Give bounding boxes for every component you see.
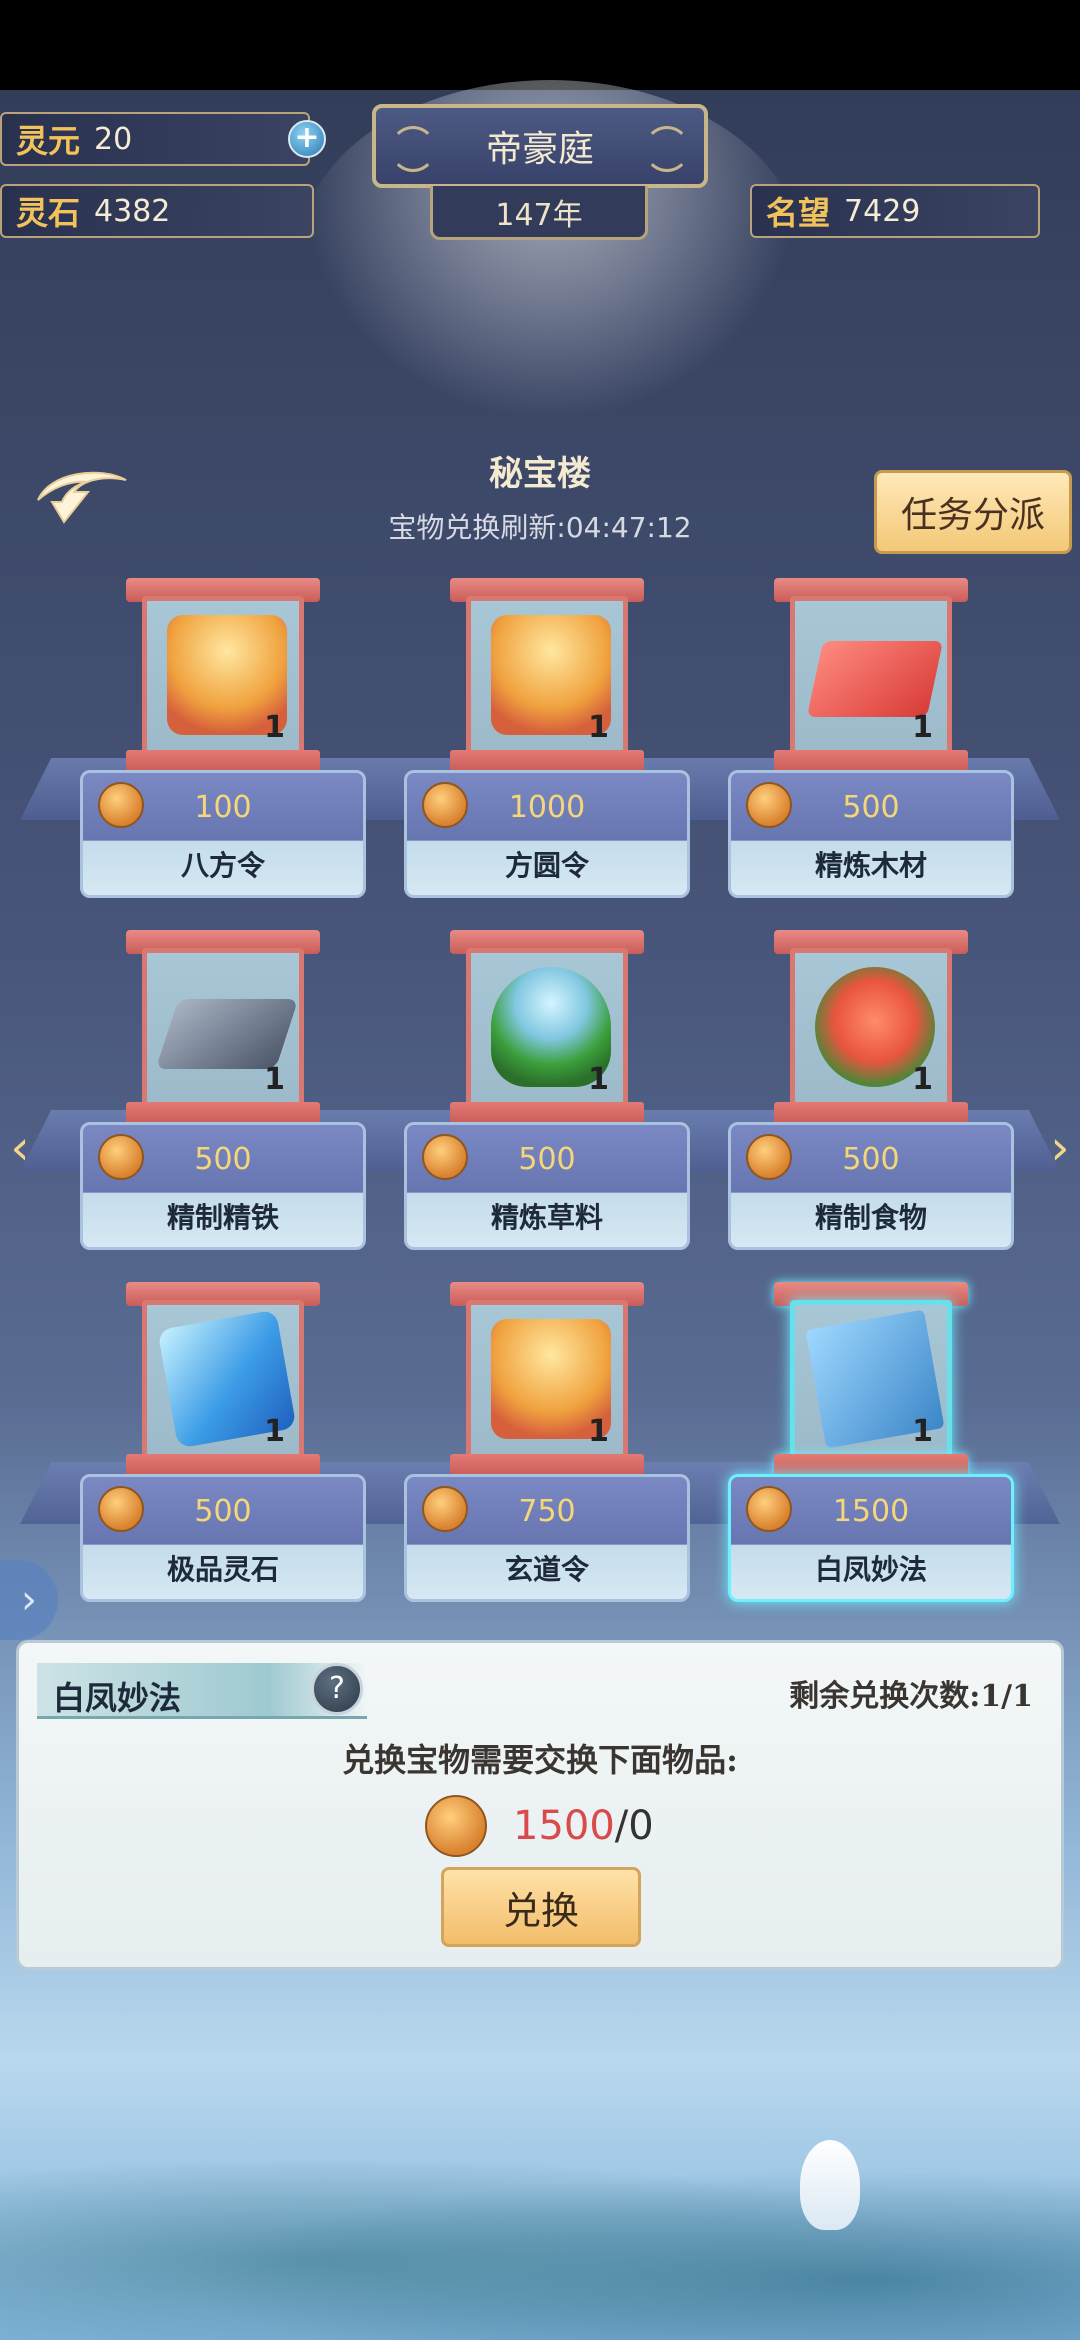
cost-owned: /0 [614, 1803, 654, 1849]
item-count: 1 [264, 1062, 285, 1097]
item-card[interactable]: 1 500 精制食物 [728, 930, 1014, 1250]
item-name: 方圆令 [504, 849, 589, 882]
item-name: 玄道令 [504, 1553, 589, 1586]
item-card[interactable]: 1 500 极品灵石 [80, 1282, 366, 1602]
item-price: 500 [518, 1142, 576, 1177]
cost-required: 1500 [513, 1803, 615, 1849]
item-card[interactable]: 1 500 精炼草料 [404, 930, 690, 1250]
item-count: 1 [264, 710, 285, 745]
item-card[interactable]: 1 1000 方圆令 [404, 578, 690, 898]
status-bar [0, 0, 1080, 90]
mingwang-value: 7429 [844, 193, 921, 229]
item-name: 极品灵石 [166, 1553, 279, 1586]
cost-display: 1500/0 [513, 1803, 654, 1849]
item-price: 500 [842, 1142, 900, 1177]
exchange-button[interactable]: 兑换 [441, 1867, 641, 1947]
item-card[interactable]: 1 750 玄道令 [404, 1282, 690, 1602]
lingyuan-label: 灵元 [16, 122, 81, 160]
display-case: 1 [466, 596, 628, 756]
lotus-pond-background [0, 2140, 1080, 2340]
item-name: 精炼草料 [490, 1201, 603, 1234]
lotus-bud-icon [800, 2140, 860, 2230]
task-assign-label: 任务分派 [900, 495, 1045, 536]
exchange-detail-panel: 白凤妙法 ? 剩余兑换次数:1/1 兑换宝物需要交换下面物品: 1500/0 兑… [16, 1640, 1064, 1970]
item-price: 1500 [832, 1494, 910, 1529]
display-case: 1 [790, 1300, 952, 1460]
item-price: 500 [194, 1494, 252, 1529]
item-card[interactable]: 1 100 八方令 [80, 578, 366, 898]
side-drawer-tab[interactable]: › [0, 1560, 58, 1640]
mingwang-bar: 名望 7429 [750, 184, 1040, 238]
mingwang-label: 名望 [766, 194, 831, 232]
display-case: 1 [466, 1300, 628, 1460]
item-count: 1 [912, 1062, 933, 1097]
detail-item-title: 白凤妙法 [53, 1679, 182, 1717]
display-case: 1 [466, 948, 628, 1108]
item-name: 白凤妙法 [814, 1553, 927, 1586]
item-name: 八方令 [180, 849, 265, 882]
item-price: 1000 [508, 790, 586, 825]
year-display: 147年 [430, 186, 648, 240]
help-label: ? [329, 1671, 345, 1706]
lingshi-value: 4382 [94, 193, 171, 229]
item-price: 500 [842, 790, 900, 825]
item-name: 精制精铁 [166, 1201, 279, 1234]
remaining-exchanges: 剩余兑换次数:1/1 [789, 1679, 1033, 1714]
lingyuan-bar: 灵元 20 [0, 112, 310, 166]
item-name: 精炼木材 [814, 849, 927, 882]
next-page-arrow-icon[interactable]: › [1040, 1118, 1080, 1178]
item-card[interactable]: 1 500 精制精铁 [80, 930, 366, 1250]
item-count: 1 [264, 1414, 285, 1449]
display-case: 1 [142, 596, 304, 756]
spirit-pouch-icon [425, 1795, 487, 1857]
item-count: 1 [588, 1062, 609, 1097]
help-icon[interactable]: ? [311, 1663, 363, 1715]
item-price: 500 [194, 1142, 252, 1177]
wood-icon [806, 641, 944, 717]
item-price: 750 [518, 1494, 576, 1529]
location-title-text: 帝豪庭 [485, 129, 594, 170]
display-case: 1 [790, 948, 952, 1108]
lingyuan-value: 20 [94, 121, 133, 157]
item-count: 1 [912, 710, 933, 745]
add-lingyuan-button[interactable]: + [288, 120, 326, 158]
item-count: 1 [588, 710, 609, 745]
lingshi-bar: 灵石 4382 [0, 184, 314, 238]
display-case: 1 [142, 1300, 304, 1460]
lingshi-label: 灵石 [16, 194, 81, 232]
item-card[interactable]: 1 500 精炼木材 [728, 578, 1014, 898]
item-card[interactable]: 1 1500 白凤妙法 [728, 1282, 1014, 1602]
iron-icon [155, 999, 299, 1069]
item-price: 100 [194, 790, 252, 825]
location-title: 帝豪庭 [372, 104, 708, 188]
requirement-text: 兑换宝物需要交换下面物品: [342, 1741, 738, 1779]
exchange-label: 兑换 [502, 1888, 579, 1933]
item-count: 1 [588, 1414, 609, 1449]
item-count: 1 [912, 1414, 933, 1449]
item-name: 精制食物 [814, 1201, 927, 1234]
display-case: 1 [142, 948, 304, 1108]
year-text: 147年 [495, 197, 583, 233]
display-case: 1 [790, 596, 952, 756]
task-assign-button[interactable]: 任务分派 [874, 470, 1072, 554]
prev-page-arrow-icon[interactable]: ‹ [0, 1118, 40, 1178]
